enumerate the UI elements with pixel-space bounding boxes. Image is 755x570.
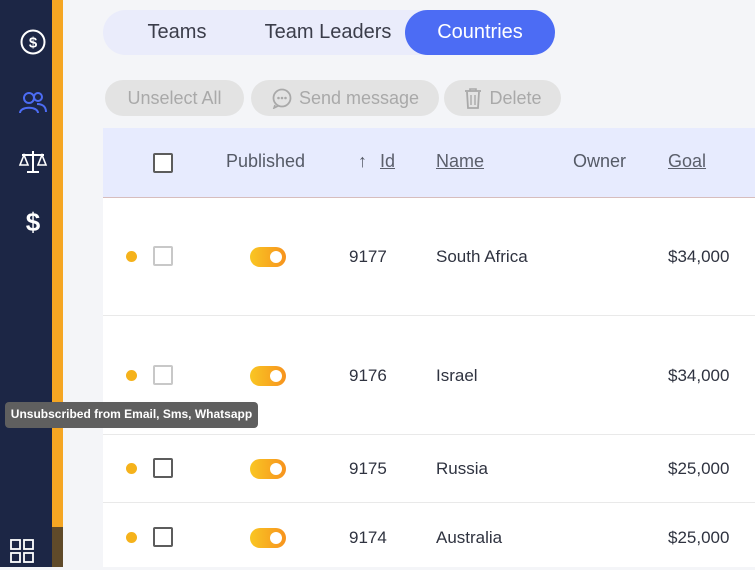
header-published[interactable]: Published	[226, 128, 305, 197]
header-owner[interactable]: Owner	[573, 128, 626, 197]
sidebar: $ $	[0, 0, 52, 567]
row-goal: $25,000	[668, 528, 730, 547]
svg-text:$: $	[29, 35, 38, 52]
tab-countries[interactable]: Countries	[405, 10, 555, 55]
scale-icon[interactable]	[14, 143, 52, 181]
published-toggle[interactable]	[250, 366, 286, 386]
tab-team-leaders[interactable]: Team Leaders	[251, 10, 405, 55]
send-message-label: Send message	[298, 87, 420, 108]
row-id: 9176	[349, 366, 387, 385]
users-icon[interactable]	[14, 84, 52, 122]
header-name[interactable]: Name	[436, 128, 484, 197]
row-name: Israel	[436, 366, 478, 385]
row-id: 9175	[349, 459, 387, 478]
sort-arrow-icon[interactable]: ↑	[358, 128, 367, 197]
tab-bar: Teams Team Leaders Countries	[103, 10, 555, 55]
published-toggle[interactable]	[250, 247, 286, 267]
status-dot[interactable]	[126, 463, 137, 474]
delete-label: Delete	[489, 87, 542, 108]
delete-button[interactable]: Delete	[444, 80, 561, 116]
row-goal: $25,000	[668, 459, 730, 478]
countries-table: Published ↑ Id Name Owner Goal 9177 Sout…	[103, 128, 755, 567]
header-id[interactable]: Id	[380, 128, 395, 197]
unsubscribed-tooltip: Unsubscribed from Email, Sms, Whatsapp	[5, 402, 258, 428]
row-name: South Africa	[436, 247, 528, 266]
unselect-all-label: Unselect All	[127, 87, 222, 108]
row-checkbox[interactable]	[153, 527, 173, 547]
dollar-circle-icon[interactable]: $	[14, 23, 52, 61]
trash-icon	[463, 87, 483, 109]
table-row[interactable]: 9174 Australia $25,000	[103, 503, 755, 567]
published-toggle[interactable]	[250, 528, 286, 548]
message-icon	[271, 87, 293, 109]
grid-icon[interactable]	[3, 532, 41, 570]
status-dot[interactable]	[126, 532, 137, 543]
sidebar-accent-stripe-bottom	[52, 527, 63, 567]
table-row[interactable]: 9175 Russia $25,000	[103, 435, 755, 503]
select-all-checkbox[interactable]	[153, 153, 173, 173]
row-id: 9174	[349, 528, 387, 547]
row-checkbox[interactable]	[153, 365, 173, 385]
send-message-button[interactable]: Send message	[251, 80, 439, 116]
table-row[interactable]: 9177 South Africa $34,000	[103, 198, 755, 316]
unselect-all-button[interactable]: Unselect All	[105, 80, 244, 116]
svg-text:$: $	[26, 208, 41, 236]
table-header: Published ↑ Id Name Owner Goal	[103, 128, 755, 198]
row-name: Russia	[436, 459, 488, 478]
published-toggle[interactable]	[250, 459, 286, 479]
dollar-icon[interactable]: $	[14, 203, 52, 241]
row-id: 9177	[349, 247, 387, 266]
row-checkbox[interactable]	[153, 246, 173, 266]
row-name: Australia	[436, 528, 503, 547]
header-goal[interactable]: Goal	[668, 128, 706, 197]
status-dot[interactable]	[126, 370, 137, 381]
tab-teams[interactable]: Teams	[103, 10, 251, 55]
sidebar-accent-stripe	[52, 0, 63, 527]
row-goal: $34,000	[668, 366, 730, 385]
status-dot[interactable]	[126, 251, 137, 262]
row-goal: $34,000	[668, 247, 730, 266]
row-checkbox[interactable]	[153, 458, 173, 478]
